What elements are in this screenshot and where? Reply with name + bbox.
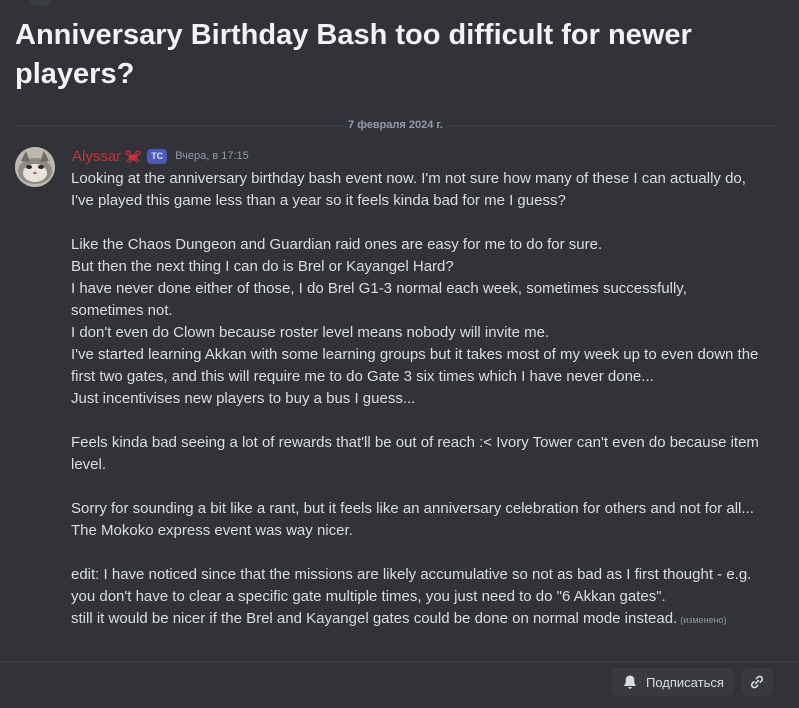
message-line: I've started learning Akkan with some le… [71,346,759,385]
date-divider: 7 февраля 2024 г. [16,116,775,134]
copy-link-button[interactable] [741,668,773,696]
message-line-text: still it would be nicer if the Brel and … [71,610,678,627]
message-line: Looking at the anniversary birthday bash… [71,170,746,209]
message-blank-line [71,212,761,234]
message-line: Like the Chaos Dungeon and Guardian raid… [71,236,603,253]
message-line: But then the next thing I can do is Brel… [71,258,454,275]
avatar-cat-image [15,147,55,187]
guild-tag-badge[interactable]: TC [147,148,168,164]
message-line: Sorry for sounding a bit like a rant, bu… [71,500,754,517]
avatar[interactable] [15,147,55,187]
message-line: Just incentivises new players to buy a b… [71,390,416,407]
crab-icon[interactable] [125,148,141,164]
message-header: Alyssar TC Вчера, в 17:15 [72,147,249,165]
message-line: The Mokoko express event was way nicer. [71,522,353,539]
message-blank-line [71,410,761,432]
message-line: Feels kinda bad seeing a lot of rewards … [71,434,759,473]
message-content: Looking at the anniversary birthday bash… [71,168,761,631]
bell-icon [624,675,636,689]
follow-button[interactable]: Подписаться [612,668,734,696]
message-blank-line [71,476,761,498]
thread-title: Anniversary Birthday Bash too difficult … [15,19,692,90]
message-line-last: still it would be nicer if the Brel and … [71,608,761,631]
follow-button-label: Подписаться [646,674,724,690]
divider-date: 7 февраля 2024 г. [348,119,443,131]
divider-line-left [16,124,343,126]
message-timestamp[interactable]: Вчера, в 17:15 [175,150,249,162]
footer-separator [0,661,799,662]
author-name[interactable]: Alyssar [72,148,121,165]
link-icon [750,675,764,689]
message-line: edit: I have noticed since that the miss… [71,566,752,605]
message-blank-line [71,542,761,564]
top-partial-element [30,0,52,6]
edited-label[interactable]: (изменено) [680,615,726,625]
message-line: I don't even do Clown because roster lev… [71,324,550,341]
scrollbar[interactable] [795,0,799,708]
message-line: I have never done either of those, I do … [71,280,687,319]
divider-line-right [448,124,775,126]
